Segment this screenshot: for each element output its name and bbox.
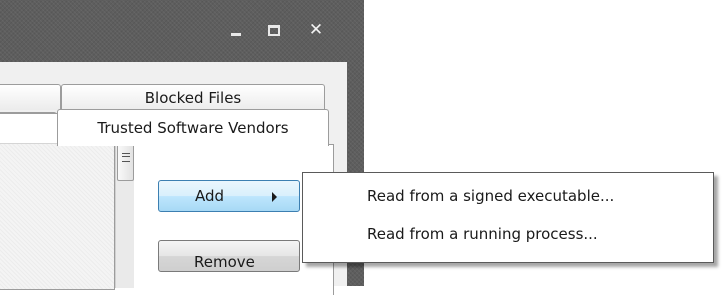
menu-item-read-running-process[interactable]: Read from a running process... [367,225,598,243]
minimize-icon[interactable] [226,20,246,40]
submenu-arrow-icon [272,192,277,202]
add-button[interactable]: Add [158,180,300,212]
tab-blocked-files[interactable]: Blocked Files [61,84,325,110]
add-button-label: Add [195,187,225,205]
tab-unnamed-top[interactable] [0,84,61,110]
remove-button[interactable]: Remove [158,240,300,272]
close-icon[interactable]: ✕ [306,20,326,40]
list-body[interactable] [0,144,114,289]
menu-item-read-signed-executable[interactable]: Read from a signed executable... [367,187,614,205]
tab-trusted-software-vendors[interactable]: Trusted Software Vendors [57,109,329,146]
add-submenu: Read from a signed executable... Read fr… [302,172,714,263]
maximize-icon[interactable] [264,20,284,40]
remove-button-label: Remove [194,253,255,271]
grip-icon [121,153,130,162]
